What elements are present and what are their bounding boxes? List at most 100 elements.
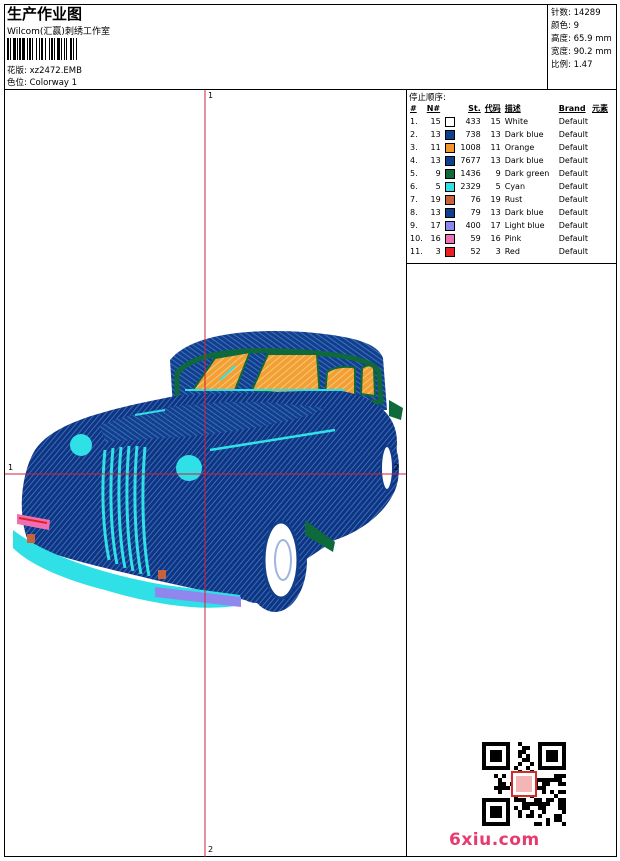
row-stitches: 2329 xyxy=(460,182,481,191)
row-needle: 17 xyxy=(430,221,441,230)
row-swatch xyxy=(443,232,457,245)
row-index: 10. xyxy=(410,234,423,243)
color-swatch xyxy=(444,129,455,140)
barcode xyxy=(7,38,77,60)
row-swatch xyxy=(443,154,457,167)
axis-label-left: 1 xyxy=(8,463,14,472)
row-stitches: 1008 xyxy=(460,143,481,152)
row-brand: Default xyxy=(558,234,588,243)
table-row: 2. 13 738 13 Dark blue Default xyxy=(408,128,610,141)
row-swatch xyxy=(443,219,457,232)
axis-label-bottom: 2 xyxy=(208,845,214,854)
row-code: 13 xyxy=(490,156,501,165)
table-header-row: # N# St. 代码 描述 Brand 元素 xyxy=(408,102,610,115)
spec-panel: 针数: 14289 颜色: 9 高度: 65.9 mm 宽度: 90.2 mm … xyxy=(547,5,618,89)
stop-sequence-table: # N# St. 代码 描述 Brand 元素 1. 15 433 15 White De… xyxy=(408,102,610,258)
row-stitches: 79 xyxy=(470,208,481,217)
row-swatch xyxy=(443,128,457,141)
col-hash: # xyxy=(410,104,417,113)
stitch-count: 针数: 14289 xyxy=(551,8,601,18)
row-index: 7. xyxy=(410,195,418,204)
row-brand: Default xyxy=(558,117,588,126)
row-swatch xyxy=(443,206,457,219)
scale-ratio: 比例: 1.47 xyxy=(551,60,593,70)
row-code: 9 xyxy=(495,169,501,178)
table-row: 5. 9 1436 9 Dark green Default xyxy=(408,167,610,180)
colorway-value: Colorway 1 xyxy=(29,78,78,88)
row-description: Orange xyxy=(504,143,535,152)
row-index: 2. xyxy=(410,130,418,139)
row-code: 5 xyxy=(495,182,501,191)
row-description: Light blue xyxy=(504,221,545,230)
row-code: 11 xyxy=(490,143,501,152)
design-file-line: 花版: xz2472.EMB xyxy=(7,64,82,76)
colorway-line: 色位: Colorway 1 xyxy=(7,76,77,88)
company-name: Wilcom(汇赢)刺绣工作室 xyxy=(7,27,110,37)
row-stitches: 52 xyxy=(470,247,481,256)
row-needle: 15 xyxy=(430,117,441,126)
colorway-label: 色位: xyxy=(7,78,27,88)
row-stitches: 738 xyxy=(465,130,481,139)
row-description: Dark blue xyxy=(504,208,544,217)
row-brand: Default xyxy=(558,195,588,204)
row-stitches: 76 xyxy=(470,195,481,204)
stop-sequence-divider xyxy=(407,263,617,264)
table-row: 9. 17 400 17 Light blue Default xyxy=(408,219,610,232)
stop-sequence-panel: 停止顺序: # N# St. 代码 描述 Brand 元素 1. 15 433 15 W… xyxy=(406,90,617,857)
row-description: Rust xyxy=(504,195,523,204)
row-element xyxy=(590,232,610,245)
row-description: Red xyxy=(504,247,520,256)
row-brand: Default xyxy=(558,169,588,178)
row-index: 8. xyxy=(410,208,418,217)
color-swatch xyxy=(444,246,455,257)
axis-label-top: 1 xyxy=(208,91,214,100)
row-needle: 19 xyxy=(430,195,441,204)
color-swatch xyxy=(444,155,455,166)
color-swatch xyxy=(444,220,455,231)
row-code: 17 xyxy=(490,221,501,230)
row-index: 3. xyxy=(410,143,418,152)
row-stitches: 400 xyxy=(465,221,481,230)
row-element xyxy=(590,167,610,180)
table-row: 6. 5 2329 5 Cyan Default xyxy=(408,180,610,193)
row-element xyxy=(590,193,610,206)
color-swatch xyxy=(444,142,455,153)
row-brand: Default xyxy=(558,130,588,139)
design-width: 宽度: 90.2 mm xyxy=(551,47,612,57)
table-row: 8. 13 79 13 Dark blue Default xyxy=(408,206,610,219)
color-swatch xyxy=(444,207,455,218)
col-swatch xyxy=(443,102,457,115)
col-code: 代码 xyxy=(484,104,501,113)
design-preview: 1 2 1 2 xyxy=(5,90,406,857)
row-needle: 13 xyxy=(430,208,441,217)
col-brand: Brand xyxy=(558,104,586,113)
row-index: 1. xyxy=(410,117,418,126)
qr-code xyxy=(482,742,566,826)
row-element xyxy=(590,219,610,232)
col-number: N# xyxy=(426,104,441,113)
row-code: 15 xyxy=(490,117,501,126)
row-stitches: 59 xyxy=(470,234,481,243)
row-stitches: 7677 xyxy=(460,156,481,165)
row-description: Pink xyxy=(504,234,522,243)
row-element xyxy=(590,141,610,154)
row-description: Dark blue xyxy=(504,130,544,139)
row-needle: 9 xyxy=(435,169,441,178)
row-element xyxy=(590,206,610,219)
row-index: 6. xyxy=(410,182,418,191)
row-description: Dark green xyxy=(504,169,550,178)
table-row: 7. 19 76 19 Rust Default xyxy=(408,193,610,206)
row-swatch xyxy=(443,180,457,193)
stop-sequence-rows: 1. 15 433 15 White Default 2. 13 738 13 Dark blue D… xyxy=(408,115,610,258)
row-brand: Default xyxy=(558,221,588,230)
row-index: 5. xyxy=(410,169,418,178)
row-element xyxy=(590,245,610,258)
design-height: 高度: 65.9 mm xyxy=(551,34,612,44)
row-index: 9. xyxy=(410,221,418,230)
row-brand: Default xyxy=(558,247,588,256)
row-element xyxy=(590,128,610,141)
row-element xyxy=(590,180,610,193)
row-index: 11. xyxy=(410,247,423,256)
row-description: Cyan xyxy=(504,182,526,191)
row-swatch xyxy=(443,167,457,180)
